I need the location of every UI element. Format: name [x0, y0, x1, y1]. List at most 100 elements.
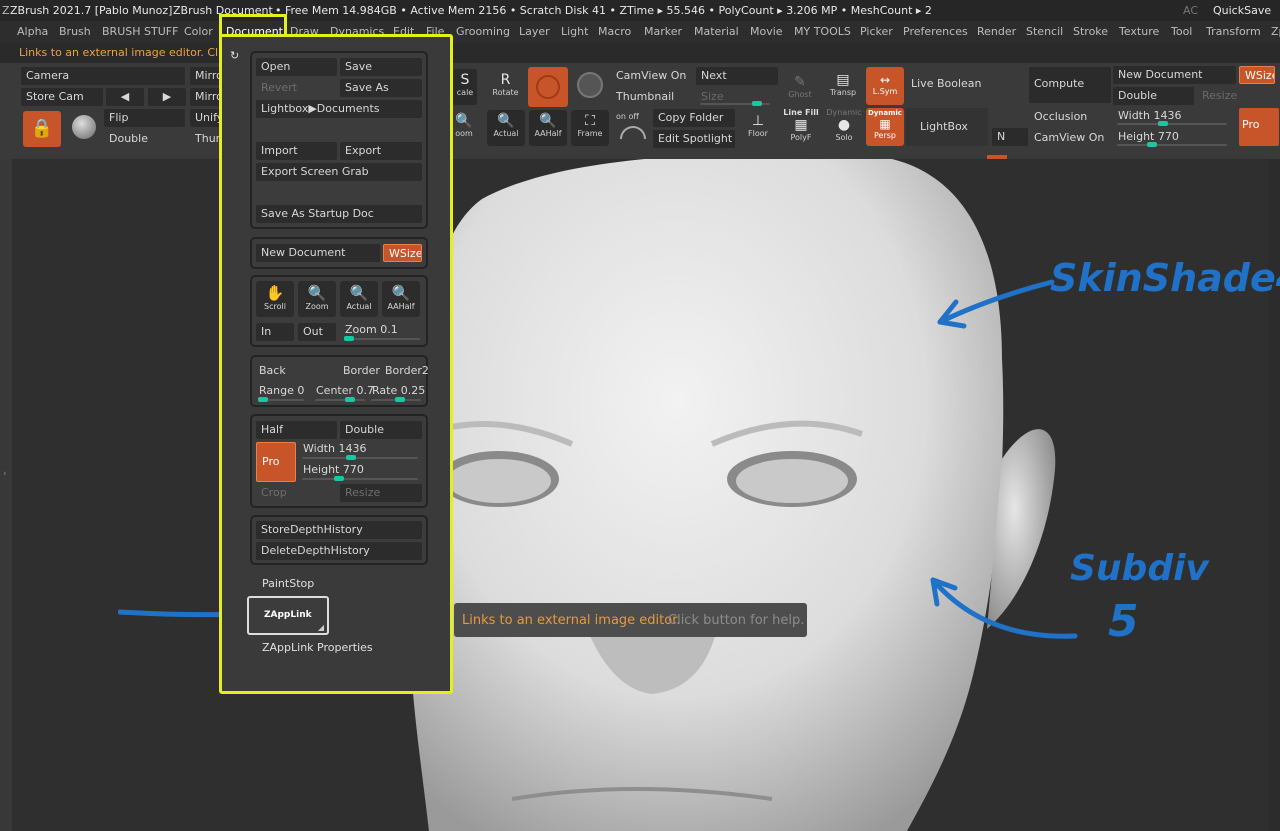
menu-grooming[interactable]: Grooming	[456, 25, 510, 38]
next-button[interactable]: Next	[696, 67, 778, 85]
menu-stencil[interactable]: Stencil	[1026, 25, 1063, 38]
rate-slider-knob[interactable]	[395, 397, 405, 402]
menu-layer[interactable]: Layer	[519, 25, 550, 38]
menu-preferences[interactable]: Preferences	[903, 25, 968, 38]
camera-button[interactable]: Camera	[21, 67, 185, 85]
store-depth-history-button[interactable]: StoreDepthHistory	[256, 521, 422, 539]
double-button[interactable]: Double	[104, 130, 185, 148]
zoom-out-button[interactable]: Out	[298, 323, 336, 341]
n-button[interactable]: N	[992, 128, 1028, 146]
popup-wsize-button[interactable]: WSize	[383, 244, 422, 262]
popup-double-button[interactable]: Double	[340, 421, 422, 439]
menu-render[interactable]: Render	[977, 25, 1016, 38]
popup-height-slider-knob[interactable]	[334, 476, 344, 481]
popup-actual-tool[interactable]: 🔍 Actual	[340, 281, 378, 317]
thumbnail-toggle[interactable]: Thumbnail	[611, 88, 697, 106]
matcap-sphere-icon[interactable]	[577, 72, 603, 98]
material-swatch[interactable]	[528, 67, 568, 107]
rate-slider-track[interactable]	[371, 397, 421, 402]
save-as-button[interactable]: Save As	[340, 79, 422, 97]
zapplink-properties-button[interactable]: ZAppLink Properties	[262, 641, 373, 654]
height-slider-knob[interactable]	[1147, 142, 1157, 147]
open-button[interactable]: Open	[256, 58, 337, 76]
menu-tool[interactable]: Tool	[1171, 25, 1192, 38]
menu-material[interactable]: Material	[694, 25, 739, 38]
mirror-button[interactable]: Mirro	[190, 67, 220, 85]
paintstop-label[interactable]: PaintStop	[262, 577, 314, 590]
zapplink-button[interactable]: ZAppLink ◢	[247, 596, 329, 635]
solo-tool[interactable]: Dynamic ● Solo	[825, 108, 863, 146]
zoom-tool[interactable]: 🔍 oom	[449, 110, 479, 146]
menu-transform[interactable]: Transform	[1206, 25, 1261, 38]
popup-new-document-button[interactable]: New Document	[256, 244, 380, 262]
menu-light[interactable]: Light	[561, 25, 588, 38]
range-slider-knob[interactable]	[258, 397, 268, 402]
menu-brush[interactable]: Brush	[59, 25, 91, 38]
center-slider-track[interactable]	[315, 397, 365, 402]
lightbox-documents-button[interactable]: Lightbox▶Documents	[256, 100, 422, 118]
height-slider-track[interactable]	[1117, 142, 1227, 147]
edit-spotlight-button[interactable]: Edit Spotlight	[653, 130, 735, 148]
double-button-right[interactable]: Double	[1113, 87, 1194, 105]
tray-arrow-icon[interactable]: ‹	[3, 469, 7, 479]
zoom-slider-track[interactable]	[344, 336, 420, 341]
thumbnail-button-left[interactable]: Thum	[190, 130, 220, 148]
popup-resize-button[interactable]: Resize	[340, 484, 422, 502]
back-color-button[interactable]: Back	[254, 362, 314, 380]
popup-zoom-tool[interactable]: 🔍 Zoom	[298, 281, 336, 317]
center-slider-knob[interactable]	[345, 397, 355, 402]
persp-button[interactable]: Dynamic ▦ Persp	[866, 108, 904, 146]
save-startup-doc-button[interactable]: Save As Startup Doc	[256, 205, 422, 223]
copy-folder-button[interactable]: Copy Folder	[653, 109, 735, 127]
mirror-button-2[interactable]: Mirro	[190, 88, 220, 106]
menu-movie[interactable]: Movie	[750, 25, 783, 38]
menu-brush-stuff[interactable]: BRUSH STUFF	[102, 25, 178, 38]
menu-alpha[interactable]: Alpha	[17, 25, 48, 38]
menu-texture[interactable]: Texture	[1119, 25, 1159, 38]
menu-marker[interactable]: Marker	[644, 25, 682, 38]
crop-button[interactable]: Crop	[256, 484, 337, 502]
actual-tool[interactable]: 🔍 Actual	[487, 110, 525, 146]
popup-width-slider[interactable]: Width 1436	[298, 440, 422, 458]
sphere-icon[interactable]	[72, 115, 96, 139]
scale-tool[interactable]: Scale	[453, 69, 477, 105]
menu-color[interactable]: Color	[184, 25, 213, 38]
live-boolean-button[interactable]: Live Boolean	[906, 73, 988, 95]
resize-button[interactable]: Resize	[1197, 87, 1237, 105]
size-slider-knob[interactable]	[752, 101, 762, 106]
menu-macro[interactable]: Macro	[598, 25, 631, 38]
popup-aahalf-tool[interactable]: 🔍 AAHalf	[382, 281, 420, 317]
popup-pro-button[interactable]: Pro	[256, 442, 296, 482]
on-off-toggle[interactable]: on off	[616, 112, 650, 142]
camview-on-toggle-2[interactable]: CamView On	[1029, 129, 1111, 147]
floor-tool[interactable]: ⊥ Floor	[741, 110, 775, 146]
polyf-tool[interactable]: Line Fill ▦ PolyF	[782, 108, 820, 146]
range-slider-track[interactable]	[258, 397, 304, 402]
delete-depth-history-button[interactable]: DeleteDepthHistory	[256, 542, 422, 560]
wsize-button[interactable]: WSize	[1239, 66, 1275, 84]
flip-button[interactable]: Flip	[104, 109, 185, 127]
revert-button[interactable]: Revert	[256, 79, 337, 97]
border-color-button[interactable]: Border	[338, 362, 384, 380]
zoom-slider-knob[interactable]	[344, 336, 354, 341]
popup-width-slider-knob[interactable]	[346, 455, 356, 460]
scroll-tool[interactable]: ✋ Scroll	[256, 281, 294, 317]
store-cam-button[interactable]: Store Cam	[21, 88, 103, 106]
popup-width-slider-track[interactable]	[302, 455, 418, 460]
export-button[interactable]: Export	[340, 142, 422, 160]
pro-button[interactable]: Pro	[1239, 108, 1279, 146]
menu-my-tools[interactable]: MY TOOLS	[794, 25, 851, 38]
border2-color-button[interactable]: Border2	[380, 362, 428, 380]
width-slider-knob[interactable]	[1158, 121, 1168, 126]
ac-button[interactable]: AC	[1183, 4, 1198, 17]
ghost-tool[interactable]: ✎ Ghost	[784, 71, 816, 105]
frame-tool[interactable]: ⛶ Frame	[571, 110, 609, 146]
next-arrow-button[interactable]: ▶	[148, 88, 186, 106]
size-slider-track[interactable]	[700, 101, 770, 106]
menu-picker[interactable]: Picker	[860, 25, 893, 38]
rotate-tool[interactable]: R Rotate	[489, 69, 522, 105]
occlusion-toggle[interactable]: Occlusion	[1029, 108, 1111, 126]
popup-height-slider-track[interactable]	[302, 476, 418, 481]
export-screen-grab-button[interactable]: Export Screen Grab	[256, 163, 422, 181]
refresh-icon[interactable]: ↻	[230, 49, 239, 62]
